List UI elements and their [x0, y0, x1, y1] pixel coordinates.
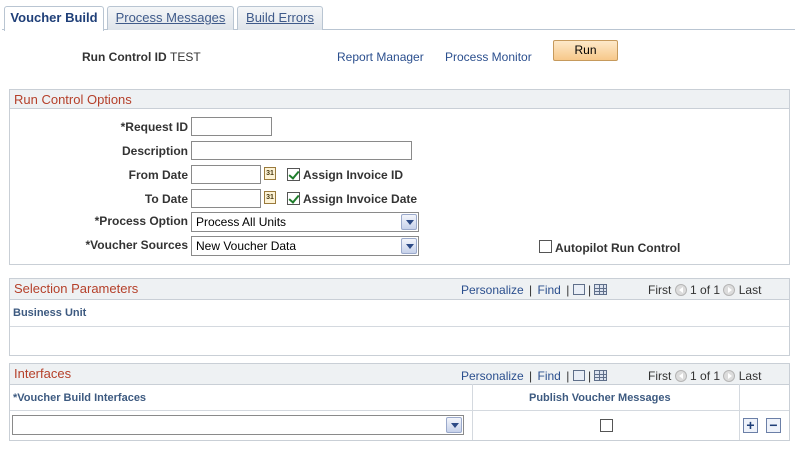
- calendar-icon[interactable]: 31: [264, 191, 276, 204]
- request-id-label: *Request ID: [120, 120, 188, 134]
- description-label: Description: [121, 144, 188, 158]
- autopilot-run-control-label: Autopilot Run Control: [555, 241, 681, 255]
- from-date-label: From Date: [128, 168, 188, 182]
- next-arrow-icon: [723, 284, 736, 296]
- grid-nav-bar: Personalize | Find | |: [459, 369, 608, 383]
- grid-download-icon[interactable]: [594, 370, 608, 381]
- request-id-input[interactable]: [191, 117, 272, 136]
- first-label: First: [648, 283, 672, 297]
- publish-voucher-messages-checkbox[interactable]: [600, 419, 613, 432]
- first-label: First: [648, 369, 672, 383]
- delete-row-icon[interactable]: −: [766, 418, 781, 433]
- assign-invoice-id-checkbox[interactable]: [287, 168, 300, 181]
- chevron-down-icon: [401, 214, 417, 230]
- voucher-build-interfaces-column-header: *Voucher Build Interfaces: [13, 392, 147, 404]
- row-range: 1 of 1: [690, 283, 721, 297]
- group-title: Run Control Options: [14, 92, 132, 107]
- autopilot-run-control-checkbox[interactable]: [539, 240, 552, 253]
- find-link[interactable]: Find: [538, 369, 561, 383]
- to-date-label: To Date: [144, 192, 188, 206]
- column-divider: [739, 384, 740, 440]
- voucher-sources-value: New Voucher Data: [196, 239, 297, 253]
- business-unit-column-header: Business Unit: [13, 307, 87, 319]
- add-row-icon[interactable]: +: [743, 418, 758, 433]
- separator: |: [588, 369, 592, 383]
- tab-label: Process Messages: [115, 10, 226, 25]
- chevron-down-icon: [401, 238, 417, 254]
- row-range: 1 of 1: [690, 369, 721, 383]
- previous-arrow-icon: [674, 284, 687, 296]
- view-all-icon[interactable]: [572, 370, 585, 381]
- calendar-icon[interactable]: 31: [264, 167, 276, 180]
- separator: |: [529, 283, 533, 297]
- chevron-down-icon: [446, 417, 462, 433]
- personalize-link[interactable]: Personalize: [461, 369, 524, 383]
- description-input[interactable]: [191, 141, 412, 160]
- separator: |: [588, 283, 592, 297]
- find-link[interactable]: Find: [538, 283, 561, 297]
- column-divider: [472, 384, 473, 440]
- next-arrow-icon: [723, 370, 736, 382]
- from-date-input[interactable]: [191, 165, 261, 184]
- last-label: Last: [738, 283, 762, 297]
- group-header: Run Control Options: [10, 90, 789, 109]
- report-manager-link[interactable]: Report Manager: [337, 50, 424, 64]
- assign-invoice-date-label: Assign Invoice Date: [303, 192, 418, 206]
- process-option-value: Process All Units: [196, 215, 287, 229]
- view-all-icon[interactable]: [572, 284, 585, 295]
- voucher-sources-label: *Voucher Sources: [85, 238, 188, 252]
- tab-label: Build Errors: [246, 10, 314, 25]
- group-title: Interfaces: [14, 366, 72, 381]
- group-title: Selection Parameters: [14, 281, 139, 296]
- run-control-id-label: Run Control ID: [82, 50, 167, 64]
- tab-voucher-build[interactable]: Voucher Build: [4, 6, 104, 31]
- personalize-link[interactable]: Personalize: [461, 283, 524, 297]
- run-button[interactable]: Run: [553, 40, 618, 61]
- separator: |: [566, 369, 570, 383]
- grid-nav-bar: Personalize | Find | |: [459, 283, 608, 297]
- to-date-input[interactable]: [191, 189, 261, 208]
- assign-invoice-id-label: Assign Invoice ID: [303, 168, 404, 182]
- tab-label: Voucher Build: [10, 10, 98, 25]
- grid-download-icon[interactable]: [594, 284, 608, 295]
- voucher-sources-select[interactable]: New Voucher Data: [191, 236, 419, 256]
- run-control-id-value: TEST: [170, 50, 201, 64]
- separator: |: [566, 283, 570, 297]
- header-divider: [10, 326, 789, 327]
- grid-pager: First 1 of 1 Last: [648, 369, 761, 383]
- last-label: Last: [738, 369, 762, 383]
- process-option-label: *Process Option: [94, 214, 188, 228]
- process-monitor-link[interactable]: Process Monitor: [445, 50, 532, 64]
- previous-arrow-icon: [674, 370, 687, 382]
- header-divider: [10, 410, 789, 411]
- process-option-select[interactable]: Process All Units: [191, 212, 419, 232]
- grid-pager: First 1 of 1 Last: [648, 283, 761, 297]
- tab-build-errors[interactable]: Build Errors: [237, 6, 323, 30]
- voucher-build-interface-select[interactable]: [12, 415, 464, 435]
- assign-invoice-date-checkbox[interactable]: [287, 192, 300, 205]
- separator: |: [529, 369, 533, 383]
- tab-process-messages[interactable]: Process Messages: [107, 6, 234, 30]
- publish-voucher-messages-column-header: Publish Voucher Messages: [529, 392, 671, 404]
